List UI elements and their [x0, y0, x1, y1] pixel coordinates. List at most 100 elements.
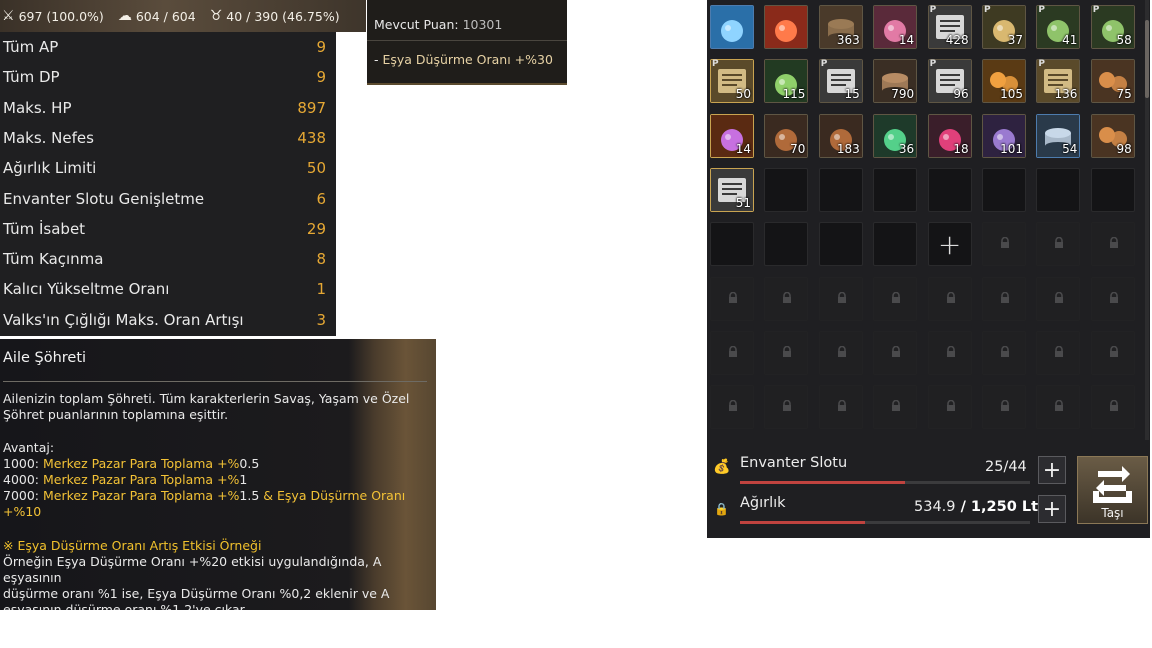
stat-row: Kalıcı Yükseltme Oranı 1 — [0, 274, 336, 304]
inventory-slot[interactable]: 70 — [764, 113, 809, 158]
item-count: 36 — [898, 141, 915, 156]
inventory-slot-locked[interactable] — [927, 330, 972, 375]
stat-value: 1 — [316, 280, 326, 299]
inventory-slot-locked[interactable] — [927, 276, 972, 321]
inventory-slot-locked[interactable] — [818, 276, 863, 321]
advantage-threshold: 7000: — [3, 488, 40, 503]
stat-label: Kalıcı Yükseltme Oranı — [3, 280, 170, 299]
inventory-slot-locked[interactable] — [1090, 385, 1135, 430]
stat-value: 9 — [316, 68, 326, 87]
move-items-label: Taşı — [1101, 506, 1124, 520]
inventory-slot-empty[interactable] — [873, 167, 918, 212]
inventory-slot[interactable]: 75 — [1090, 59, 1135, 104]
inventory-slot[interactable]: P 15 — [818, 59, 863, 104]
inventory-slot[interactable]: 36 — [873, 113, 918, 158]
inventory-slot-locked[interactable] — [710, 330, 754, 375]
inventory-slot[interactable]: P 58 — [1090, 5, 1135, 49]
divider — [3, 381, 427, 382]
inventory-slot-empty[interactable] — [982, 167, 1026, 212]
premium-mark: P — [1092, 5, 1100, 15]
inventory-slot-locked[interactable] — [1036, 222, 1081, 267]
stat-label: Tüm Kaçınma — [3, 250, 104, 269]
contribution-value: 40 / 390 (46.75%) — [226, 8, 340, 24]
contribution-group: ♉ 40 / 390 (46.75%) — [210, 9, 340, 24]
inventory-slot[interactable]: P 37 — [982, 5, 1026, 49]
stat-label: Valks'ın Çığlığı Maks. Oran Artışı — [3, 310, 244, 329]
inventory-slot[interactable]: 54 — [1036, 113, 1081, 158]
inventory-slot[interactable]: 14 — [710, 113, 754, 158]
inventory-slot-locked[interactable] — [710, 385, 754, 430]
inventory-slot-locked[interactable] — [873, 276, 918, 321]
inventory-slot-locked[interactable] — [1036, 385, 1081, 430]
stat-value: 8 — [316, 250, 326, 269]
inventory-slot-locked[interactable] — [982, 222, 1026, 267]
divider — [367, 40, 567, 41]
blue-elixir-icon — [711, 6, 753, 48]
inventory-slot-locked[interactable] — [873, 385, 918, 430]
inventory-slot-locked[interactable] — [818, 330, 863, 375]
inventory-slot-empty[interactable] — [818, 167, 863, 212]
inventory-slot-locked[interactable] — [927, 385, 972, 430]
stat-label: Envanter Slotu Genişletme — [3, 189, 205, 208]
advantage-name: Merkez Pazar Para Toplama +% — [43, 456, 240, 471]
weight-current: 534.9 — [914, 499, 956, 515]
inventory-slot[interactable]: 115 — [764, 59, 809, 104]
stat-row: Tüm AP 9 — [0, 32, 336, 62]
inventory-slot[interactable]: 105 — [982, 59, 1026, 104]
inventory-slot[interactable]: P 136 — [1036, 59, 1081, 104]
effect-text: Eşya Düşürme Oranı +%30 — [382, 52, 553, 67]
inventory-slot[interactable]: P 96 — [927, 59, 972, 104]
inventory-slot-empty[interactable] — [710, 222, 754, 267]
inventory-slot-locked[interactable] — [1090, 276, 1135, 321]
inventory-slot[interactable] — [710, 5, 754, 49]
inventory-slot[interactable]: 98 — [1090, 113, 1135, 158]
plus-icon: + — [1042, 457, 1062, 483]
inventory-slot-bar-fill — [740, 481, 905, 484]
premium-mark: P — [820, 59, 828, 70]
inventory-slot[interactable]: P 428 — [927, 5, 972, 49]
inventory-slot[interactable]: 51 — [710, 167, 754, 212]
inventory-slot[interactable]: P 50 — [710, 59, 754, 104]
example-line: eşyasının düşürme oranı %1,2'ye çıkar. — [3, 602, 248, 610]
inventory-slot-locked[interactable] — [1036, 276, 1081, 321]
stat-value: 438 — [297, 128, 326, 147]
item-count: 54 — [1062, 141, 1078, 156]
inventory-slot[interactable]: P 41 — [1036, 5, 1081, 49]
inventory-slot-locked[interactable] — [873, 330, 918, 375]
inventory-slot-locked[interactable] — [710, 276, 754, 321]
crossed-swords-icon: ⚔ — [2, 8, 15, 24]
inventory-slot-locked[interactable] — [1090, 222, 1135, 267]
inventory-slot-locked[interactable] — [764, 330, 809, 375]
add-weight-button[interactable]: + — [1038, 495, 1066, 523]
inventory-slot[interactable]: 183 — [818, 113, 863, 158]
inventory-slot-empty[interactable] — [873, 222, 918, 267]
item-count: 115 — [782, 87, 806, 102]
scrollbar-thumb[interactable] — [1145, 20, 1149, 98]
plus-icon: + — [1042, 496, 1062, 522]
inventory-slot[interactable]: 18 — [927, 113, 972, 158]
inventory-slot-locked[interactable] — [818, 385, 863, 430]
inventory-slot-empty[interactable] — [764, 167, 809, 212]
inventory-slot-empty[interactable] — [818, 222, 863, 267]
add-slot-button[interactable]: + — [1038, 456, 1066, 484]
inventory-slot-empty[interactable] — [927, 167, 972, 212]
inventory-slot-locked[interactable] — [982, 276, 1026, 321]
inventory-slot[interactable]: 14 — [873, 5, 918, 49]
item-count: 18 — [953, 141, 969, 156]
points-effect: - Eşya Düşürme Oranı +%30 — [374, 52, 553, 67]
inventory-slot-empty[interactable] — [1036, 167, 1081, 212]
move-items-button[interactable]: Taşı — [1077, 456, 1148, 524]
inventory-slot-locked[interactable] — [1036, 330, 1081, 375]
inventory-slot[interactable] — [764, 5, 809, 49]
inventory-slot[interactable]: 101 — [982, 113, 1026, 158]
expand-slot-button[interactable]: + — [927, 222, 972, 267]
inventory-slot-empty[interactable] — [1090, 167, 1135, 212]
inventory-slot-locked[interactable] — [1090, 330, 1135, 375]
inventory-slot-locked[interactable] — [982, 385, 1026, 430]
inventory-slot-locked[interactable] — [764, 385, 809, 430]
inventory-slot-locked[interactable] — [982, 330, 1026, 375]
inventory-slot[interactable]: 363 — [818, 5, 863, 49]
inventory-slot[interactable]: 790 — [873, 59, 918, 104]
inventory-slot-empty[interactable] — [764, 222, 809, 267]
inventory-slot-locked[interactable] — [764, 276, 809, 321]
